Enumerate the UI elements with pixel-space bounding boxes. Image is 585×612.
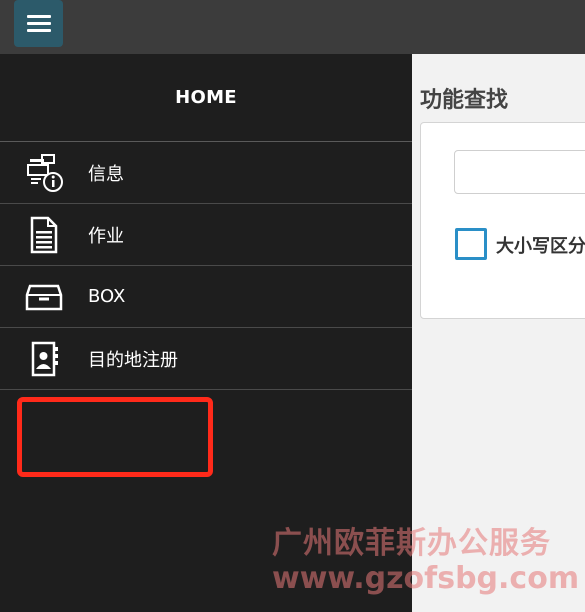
case-sensitive-checkbox[interactable]: [455, 228, 487, 260]
box-tray-icon: [24, 277, 64, 317]
hamburger-menu-button[interactable]: [14, 0, 63, 47]
page-title: 功能查找: [420, 88, 509, 113]
search-input[interactable]: [454, 150, 585, 194]
sidebar-item-destination-register[interactable]: 目的地注册: [0, 328, 412, 390]
sidebar-item-info[interactable]: 信息: [0, 142, 412, 204]
sidebar: HOME 信息 作业 BOX 目的地注册: [0, 54, 412, 612]
search-panel: 大小写区分: [420, 122, 585, 319]
case-sensitive-label: 大小写区分: [496, 236, 585, 257]
fax-info-icon: [24, 153, 64, 193]
top-bar: [0, 0, 585, 54]
main-content: 功能查找 大小写区分: [412, 54, 585, 612]
sidebar-home-link[interactable]: HOME: [0, 54, 412, 142]
sidebar-item-label: BOX: [88, 286, 126, 307]
sidebar-item-jobs[interactable]: 作业: [0, 204, 412, 266]
hamburger-icon: [26, 11, 51, 36]
document-icon: [24, 215, 64, 255]
annotation-highlight-box: [17, 397, 213, 477]
address-book-icon: [24, 339, 64, 379]
sidebar-item-box[interactable]: BOX: [0, 266, 412, 328]
sidebar-item-label: 目的地注册: [88, 349, 178, 371]
sidebar-item-label: 作业: [88, 225, 124, 247]
sidebar-item-label: 信息: [88, 163, 124, 185]
